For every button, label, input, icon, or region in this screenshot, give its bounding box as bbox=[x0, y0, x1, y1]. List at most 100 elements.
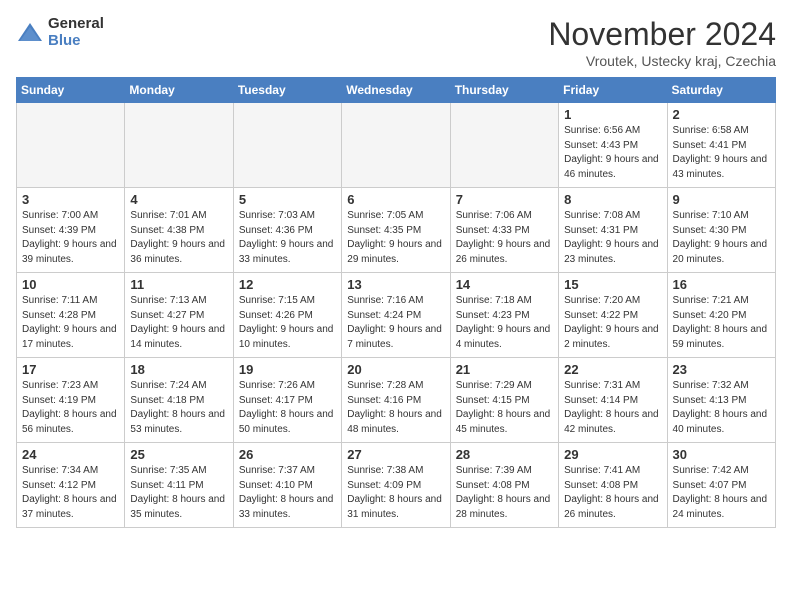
month-title: November 2024 bbox=[548, 16, 776, 53]
location-label: Vroutek, Ustecky kraj, Czechia bbox=[548, 53, 776, 69]
col-header-thursday: Thursday bbox=[450, 78, 558, 103]
day-cell: 25 Sunrise: 7:35 AM Sunset: 4:11 PM Dayli… bbox=[125, 443, 233, 528]
day-info: Sunrise: 7:01 AM Sunset: 4:38 PM Dayligh… bbox=[130, 209, 227, 267]
logo-blue-label: Blue bbox=[48, 33, 104, 50]
day-info: Sunrise: 7:42 AM Sunset: 4:07 PM Dayligh… bbox=[673, 464, 770, 522]
day-number: 16 bbox=[673, 277, 770, 292]
week-row-4: 17 Sunrise: 7:23 AM Sunset: 4:19 PM Dayli… bbox=[17, 358, 776, 443]
logo-text: General Blue bbox=[48, 16, 104, 49]
day-cell: 6Sunrise: 7:05 AM Sunset: 4:35 PM Daylig… bbox=[342, 188, 450, 273]
day-info: Sunrise: 7:10 AM Sunset: 4:30 PM Dayligh… bbox=[673, 209, 770, 267]
day-cell: 11Sunrise: 7:13 AM Sunset: 4:27 PM Dayli… bbox=[125, 273, 233, 358]
day-cell: 22 Sunrise: 7:31 AM Sunset: 4:14 PM Dayli… bbox=[559, 358, 667, 443]
day-number: 20 bbox=[347, 362, 444, 377]
day-cell: 28 Sunrise: 7:39 AM Sunset: 4:08 PM Dayli… bbox=[450, 443, 558, 528]
day-number: 5 bbox=[239, 192, 336, 207]
logo: General Blue bbox=[16, 16, 104, 49]
day-cell: 10Sunrise: 7:11 AM Sunset: 4:28 PM Dayli… bbox=[17, 273, 125, 358]
day-number: 14 bbox=[456, 277, 553, 292]
day-cell: 9Sunrise: 7:10 AM Sunset: 4:30 PM Daylig… bbox=[667, 188, 775, 273]
day-number: 4 bbox=[130, 192, 227, 207]
day-cell: 18 Sunrise: 7:24 AM Sunset: 4:18 PM Dayli… bbox=[125, 358, 233, 443]
day-cell: 15 Sunrise: 7:20 AM Sunset: 4:22 PM Dayli… bbox=[559, 273, 667, 358]
logo-general-label: General bbox=[48, 16, 104, 33]
day-info: Sunrise: 7:05 AM Sunset: 4:35 PM Dayligh… bbox=[347, 209, 444, 267]
day-cell: 8 Sunrise: 7:08 AM Sunset: 4:31 PM Daylig… bbox=[559, 188, 667, 273]
day-number: 15 bbox=[564, 277, 661, 292]
day-number: 11 bbox=[130, 277, 227, 292]
day-number: 12 bbox=[239, 277, 336, 292]
col-header-tuesday: Tuesday bbox=[233, 78, 341, 103]
day-cell: 24 Sunrise: 7:34 AM Sunset: 4:12 PM Dayli… bbox=[17, 443, 125, 528]
day-cell: 19 Sunrise: 7:26 AM Sunset: 4:17 PM Dayli… bbox=[233, 358, 341, 443]
col-header-wednesday: Wednesday bbox=[342, 78, 450, 103]
day-cell: 4 Sunrise: 7:01 AM Sunset: 4:38 PM Daylig… bbox=[125, 188, 233, 273]
day-number: 17 bbox=[22, 362, 119, 377]
day-number: 30 bbox=[673, 447, 770, 462]
day-number: 3 bbox=[22, 192, 119, 207]
day-number: 18 bbox=[130, 362, 227, 377]
day-number: 27 bbox=[347, 447, 444, 462]
day-number: 2 bbox=[673, 107, 770, 122]
day-number: 23 bbox=[673, 362, 770, 377]
day-cell: 12 Sunrise: 7:15 AM Sunset: 4:26 PM Dayli… bbox=[233, 273, 341, 358]
title-block: November 2024 Vroutek, Ustecky kraj, Cze… bbox=[548, 16, 776, 69]
header-row: SundayMondayTuesdayWednesdayThursdayFrid… bbox=[17, 78, 776, 103]
day-info: Sunrise: 7:26 AM Sunset: 4:17 PM Dayligh… bbox=[239, 379, 336, 437]
col-header-saturday: Saturday bbox=[667, 78, 775, 103]
day-cell bbox=[450, 103, 558, 188]
day-info: Sunrise: 7:20 AM Sunset: 4:22 PM Dayligh… bbox=[564, 294, 661, 352]
day-number: 25 bbox=[130, 447, 227, 462]
day-number: 19 bbox=[239, 362, 336, 377]
day-info: Sunrise: 7:18 AM Sunset: 4:23 PM Dayligh… bbox=[456, 294, 553, 352]
day-cell: 29Sunrise: 7:41 AM Sunset: 4:08 PM Dayli… bbox=[559, 443, 667, 528]
day-info: Sunrise: 7:15 AM Sunset: 4:26 PM Dayligh… bbox=[239, 294, 336, 352]
day-cell: 30 Sunrise: 7:42 AM Sunset: 4:07 PM Dayli… bbox=[667, 443, 775, 528]
day-info: Sunrise: 7:34 AM Sunset: 4:12 PM Dayligh… bbox=[22, 464, 119, 522]
day-number: 26 bbox=[239, 447, 336, 462]
day-info: Sunrise: 7:29 AM Sunset: 4:15 PM Dayligh… bbox=[456, 379, 553, 437]
day-info: Sunrise: 7:38 AM Sunset: 4:09 PM Dayligh… bbox=[347, 464, 444, 522]
day-number: 28 bbox=[456, 447, 553, 462]
day-cell bbox=[17, 103, 125, 188]
week-row-1: 1 Sunrise: 6:56 AM Sunset: 4:43 PM Daylig… bbox=[17, 103, 776, 188]
day-info: Sunrise: 7:39 AM Sunset: 4:08 PM Dayligh… bbox=[456, 464, 553, 522]
day-number: 24 bbox=[22, 447, 119, 462]
day-cell: 26 Sunrise: 7:37 AM Sunset: 4:10 PM Dayli… bbox=[233, 443, 341, 528]
day-number: 1 bbox=[564, 107, 661, 122]
day-info: Sunrise: 7:24 AM Sunset: 4:18 PM Dayligh… bbox=[130, 379, 227, 437]
week-row-5: 24 Sunrise: 7:34 AM Sunset: 4:12 PM Dayli… bbox=[17, 443, 776, 528]
week-row-2: 3Sunrise: 7:00 AM Sunset: 4:39 PM Daylig… bbox=[17, 188, 776, 273]
logo-icon bbox=[16, 19, 44, 47]
page-header: General Blue November 2024 Vroutek, Uste… bbox=[16, 16, 776, 69]
day-number: 13 bbox=[347, 277, 444, 292]
day-cell: 23Sunrise: 7:32 AM Sunset: 4:13 PM Dayli… bbox=[667, 358, 775, 443]
day-info: Sunrise: 7:41 AM Sunset: 4:08 PM Dayligh… bbox=[564, 464, 661, 522]
day-info: Sunrise: 7:08 AM Sunset: 4:31 PM Dayligh… bbox=[564, 209, 661, 267]
col-header-friday: Friday bbox=[559, 78, 667, 103]
day-info: Sunrise: 7:11 AM Sunset: 4:28 PM Dayligh… bbox=[22, 294, 119, 352]
col-header-monday: Monday bbox=[125, 78, 233, 103]
day-cell: 3Sunrise: 7:00 AM Sunset: 4:39 PM Daylig… bbox=[17, 188, 125, 273]
week-row-3: 10Sunrise: 7:11 AM Sunset: 4:28 PM Dayli… bbox=[17, 273, 776, 358]
day-info: Sunrise: 7:23 AM Sunset: 4:19 PM Dayligh… bbox=[22, 379, 119, 437]
day-info: Sunrise: 7:37 AM Sunset: 4:10 PM Dayligh… bbox=[239, 464, 336, 522]
day-number: 7 bbox=[456, 192, 553, 207]
day-number: 22 bbox=[564, 362, 661, 377]
day-cell bbox=[233, 103, 341, 188]
day-cell: 5Sunrise: 7:03 AM Sunset: 4:36 PM Daylig… bbox=[233, 188, 341, 273]
day-cell bbox=[342, 103, 450, 188]
day-number: 21 bbox=[456, 362, 553, 377]
day-cell: 1 Sunrise: 6:56 AM Sunset: 4:43 PM Daylig… bbox=[559, 103, 667, 188]
day-cell: 14 Sunrise: 7:18 AM Sunset: 4:23 PM Dayli… bbox=[450, 273, 558, 358]
day-info: Sunrise: 7:06 AM Sunset: 4:33 PM Dayligh… bbox=[456, 209, 553, 267]
day-number: 8 bbox=[564, 192, 661, 207]
day-cell bbox=[125, 103, 233, 188]
day-cell: 7 Sunrise: 7:06 AM Sunset: 4:33 PM Daylig… bbox=[450, 188, 558, 273]
day-info: Sunrise: 7:21 AM Sunset: 4:20 PM Dayligh… bbox=[673, 294, 770, 352]
day-info: Sunrise: 6:56 AM Sunset: 4:43 PM Dayligh… bbox=[564, 124, 661, 182]
day-cell: 27 Sunrise: 7:38 AM Sunset: 4:09 PM Dayli… bbox=[342, 443, 450, 528]
day-info: Sunrise: 7:31 AM Sunset: 4:14 PM Dayligh… bbox=[564, 379, 661, 437]
day-info: Sunrise: 7:35 AM Sunset: 4:11 PM Dayligh… bbox=[130, 464, 227, 522]
day-cell: 2Sunrise: 6:58 AM Sunset: 4:41 PM Daylig… bbox=[667, 103, 775, 188]
